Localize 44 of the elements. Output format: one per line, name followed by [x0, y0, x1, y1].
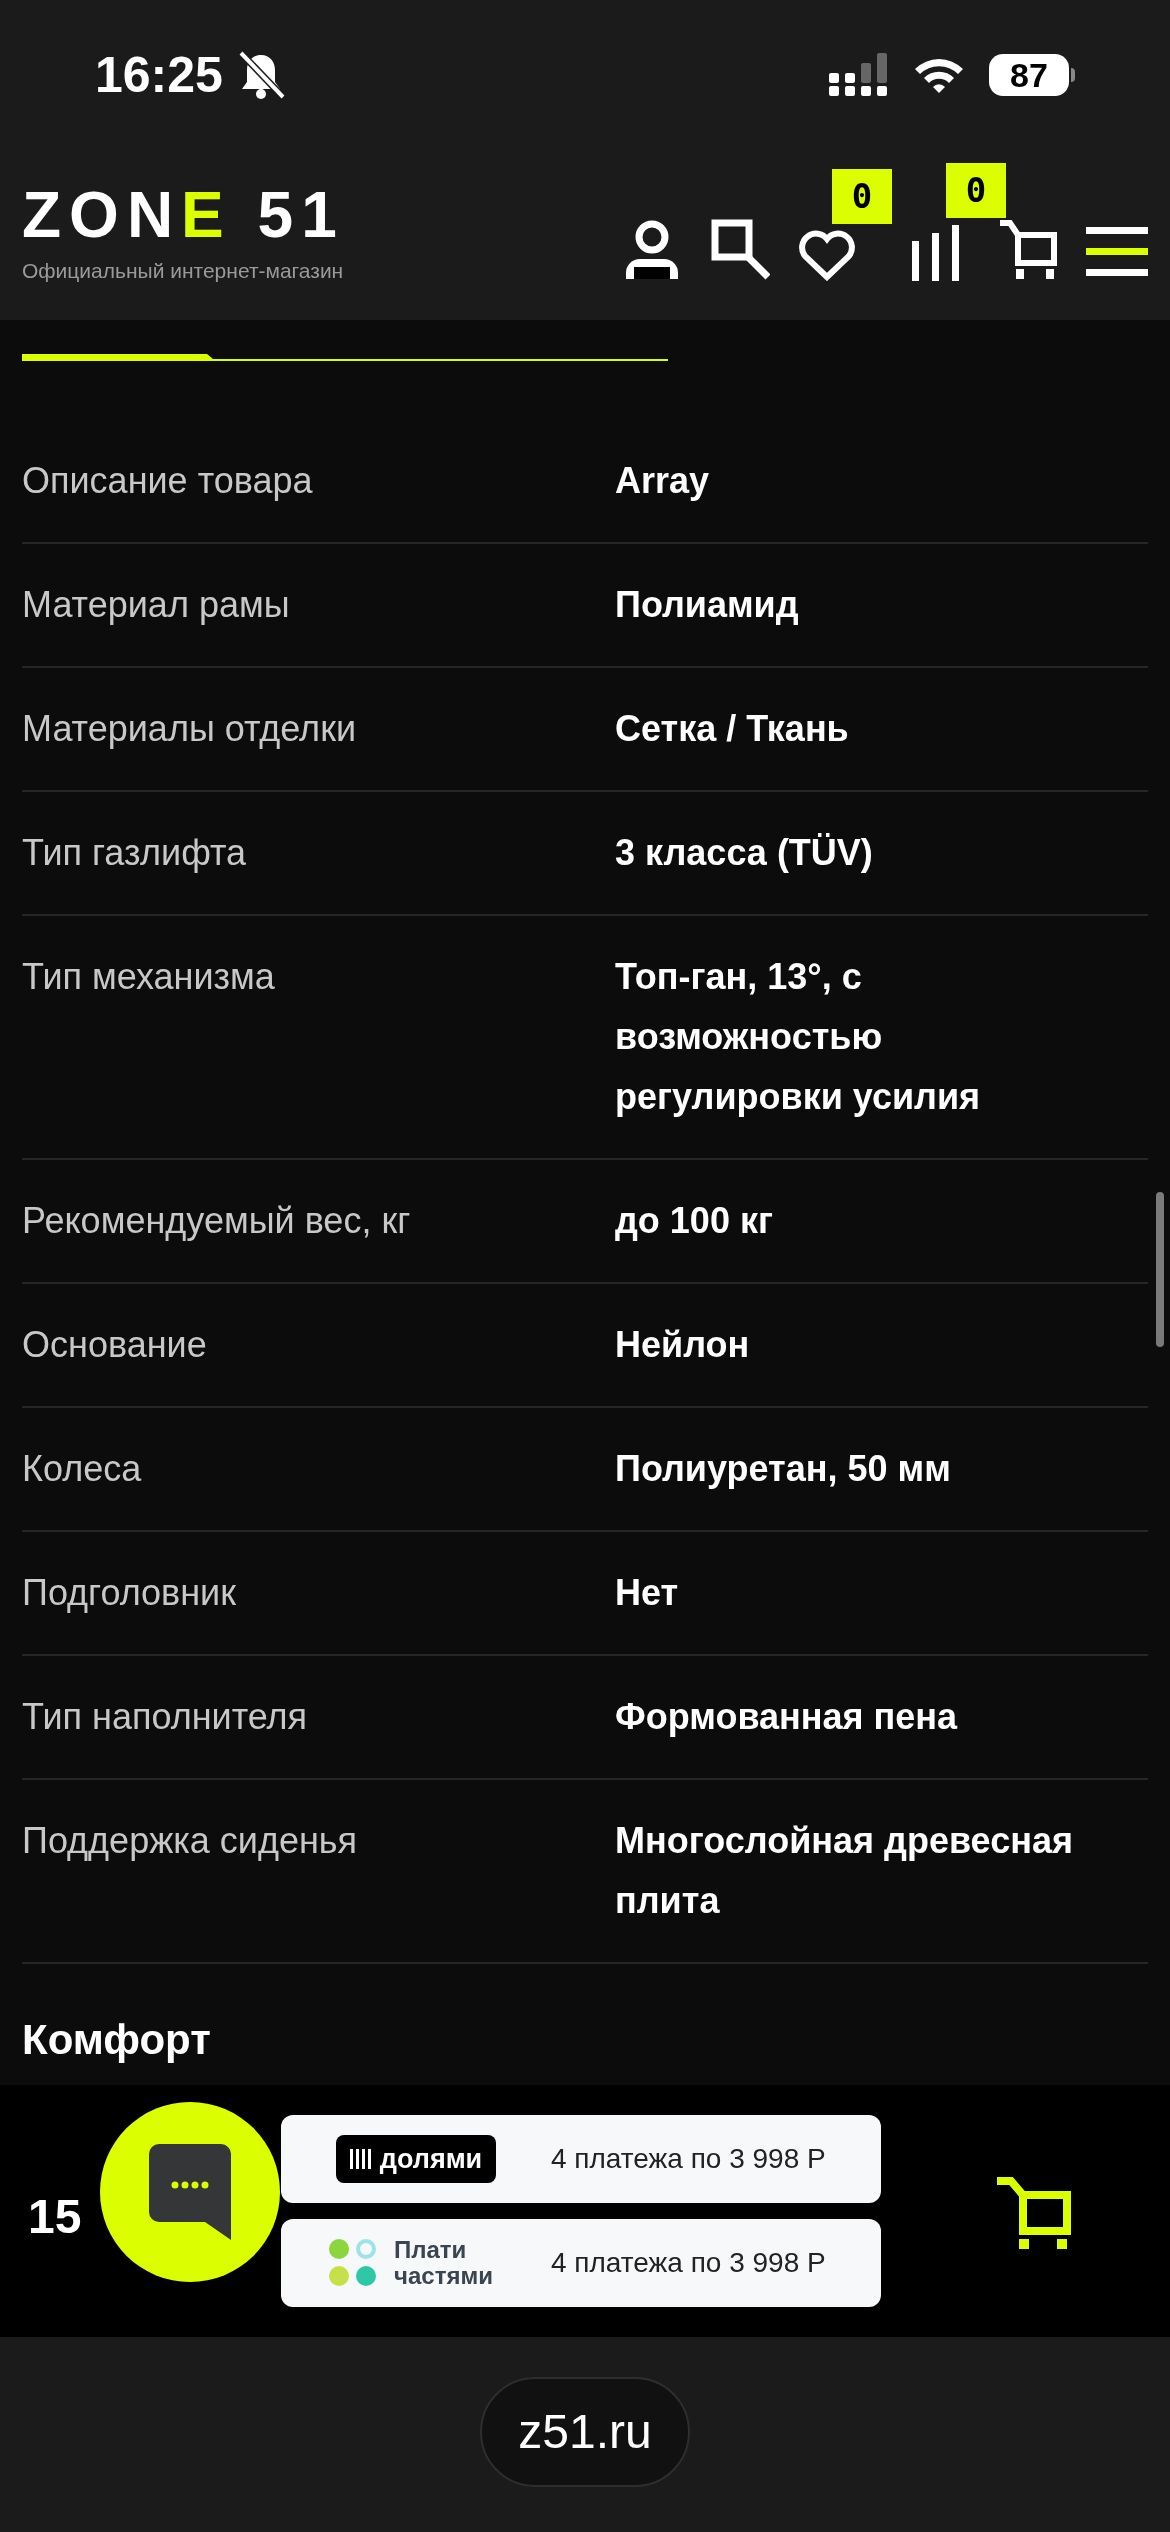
circles-icon — [328, 2238, 378, 2288]
spec-label: Описание товара — [22, 459, 314, 503]
spec-value: Нет — [615, 1571, 680, 1615]
installment-text: 4 платежа по 3 998 Р — [551, 2142, 826, 2176]
price: 15 — [28, 2189, 82, 2245]
favorites-count-badge: 0 — [832, 169, 892, 224]
spec-value: Полиуретан, 50 мм — [615, 1447, 952, 1491]
spec-value: Формованная пена — [615, 1695, 959, 1739]
spec-label: Тип механизма — [22, 955, 276, 999]
payment-option[interactable]: Плати частями 4 платежа по 3 998 Р — [281, 2219, 881, 2307]
search-icon[interactable] — [710, 219, 770, 281]
spec-value: Многослойная древесная плита — [615, 1819, 1074, 1923]
spec-value: Топ-ган, 13°, с возможностью регулировки усилия — [615, 955, 982, 1119]
spec-label: Материал рамы — [22, 583, 291, 627]
heart-icon[interactable] — [798, 229, 856, 281]
spec-label: Колеса — [22, 1447, 143, 1491]
chat-bubble-icon — [147, 2142, 233, 2242]
spec-value: Array — [615, 459, 711, 503]
logo[interactable]: ZON E 51 — [22, 183, 345, 248]
spec-value: Сетка / Ткань — [615, 707, 850, 751]
section-heading: Комфорт — [22, 2015, 212, 2065]
stripes-icon — [349, 2149, 372, 2169]
logo-tagline: Официальный интернет-магазин — [22, 258, 345, 285]
payment-option[interactable]: долями 4 платежа по 3 998 Р — [281, 2115, 881, 2203]
spec-label: Тип газлифта — [22, 831, 248, 875]
dolyami-wordmark: долями — [379, 2142, 483, 2176]
clock-time: 16:25 — [95, 45, 223, 105]
spec-value: Полиамид — [615, 583, 800, 627]
battery-level: 87 — [989, 54, 1069, 96]
cart-icon[interactable] — [998, 219, 1058, 281]
spec-label: Подголовник — [22, 1571, 237, 1615]
spec-value: до 100 кг — [615, 1199, 774, 1243]
spec-label: Материалы отделки — [22, 707, 357, 751]
signal-icon — [829, 53, 889, 97]
spec-label: Рекомендуемый вес, кг — [22, 1199, 412, 1243]
spec-value: Нейлон — [615, 1323, 751, 1367]
spec-label: Тип наполнителя — [22, 1695, 309, 1739]
spec-label: Основание — [22, 1323, 208, 1367]
plati-wordmark: Плати частями — [394, 2237, 494, 2289]
installment-text: 4 платежа по 3 998 Р — [551, 2246, 826, 2280]
spec-value: 3 класса (TÜV) — [615, 831, 874, 875]
spec-label: Поддержка сиденья — [22, 1819, 359, 1863]
url-bar[interactable]: z51.ru — [480, 2377, 690, 2487]
compare-count-badge: 0 — [946, 163, 1006, 218]
